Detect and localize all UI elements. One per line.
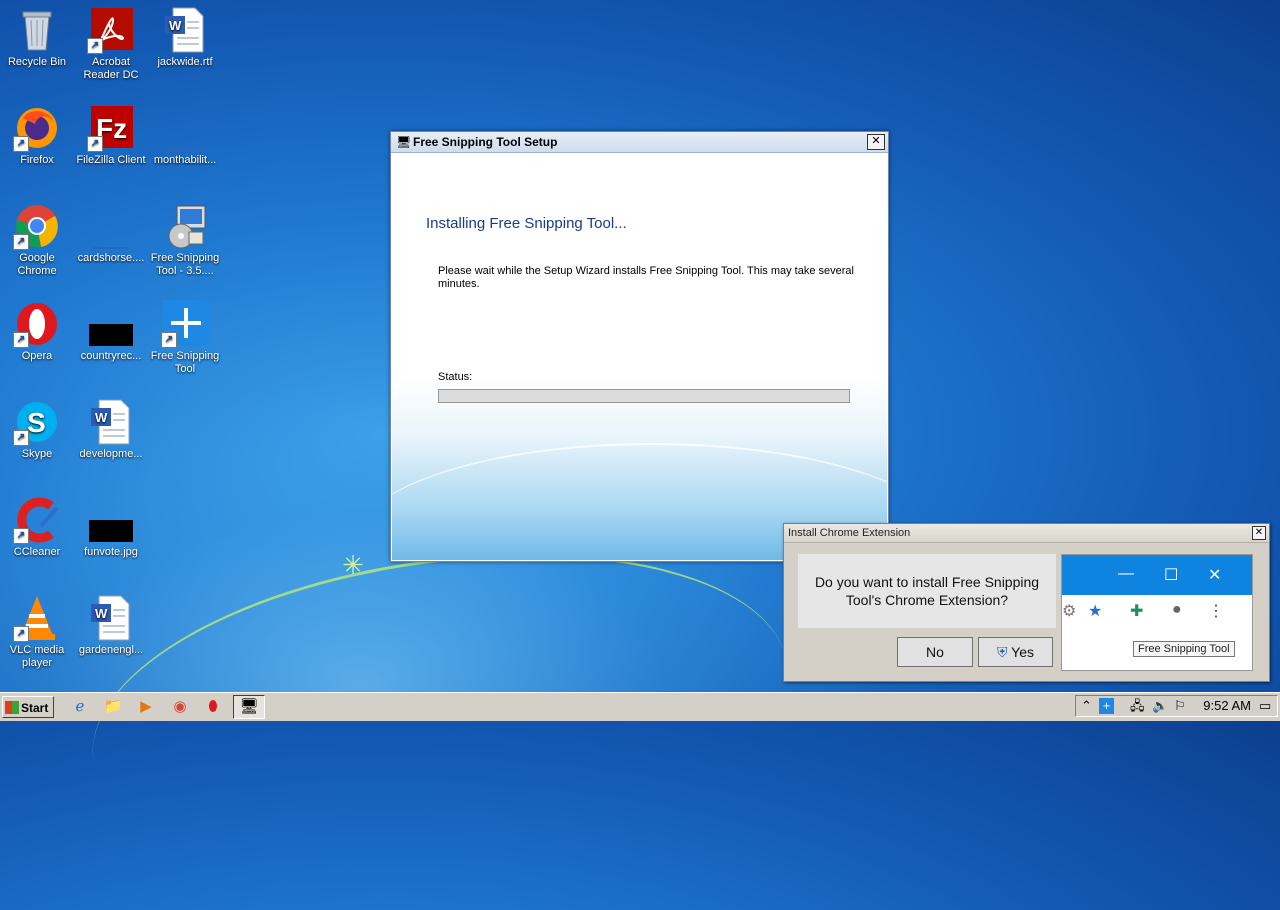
shortcut-arrow-icon: ↗ bbox=[13, 332, 29, 348]
taskbar: Start ℯ 📁 ▶ ◉ ⬮ 🖥 ⌃ + 🖧 🔈 ⚐ 9:52 AM ▭ bbox=[0, 692, 1280, 721]
setup-close-button[interactable]: ✕ bbox=[867, 134, 885, 150]
installer-icon bbox=[161, 202, 209, 250]
setup-description: Please wait while the Setup Wizard insta… bbox=[438, 265, 854, 290]
recycle-bin-icon bbox=[13, 6, 61, 54]
ext-titlebar[interactable]: Install Chrome Extension ✕ bbox=[784, 524, 1269, 543]
ie-icon[interactable]: ℯ bbox=[70, 697, 90, 717]
acrobat-icon: ↗ bbox=[87, 6, 135, 54]
snipping-extension-icon: ✚ bbox=[1130, 603, 1144, 620]
desktop-icon-recycle-bin[interactable]: Recycle Bin bbox=[0, 6, 74, 69]
desktop-icon-vlc[interactable]: ↗ VLC media player bbox=[0, 594, 74, 670]
desktop-icon-free-snipping-installer[interactable]: Free Snipping Tool - 3.5.... bbox=[148, 202, 222, 278]
desktop-icon-firefox[interactable]: ↗ Firefox bbox=[0, 104, 74, 167]
setup-window: 🖥 Free Snipping Tool Setup ✕ Installing … bbox=[390, 131, 889, 562]
ccleaner-icon: ↗ bbox=[13, 496, 61, 544]
maximize-icon: ☐ bbox=[1164, 567, 1179, 584]
windows-flag-icon bbox=[5, 701, 19, 714]
svg-text:W: W bbox=[169, 18, 182, 33]
setup-titlebar[interactable]: 🖥 Free Snipping Tool Setup ✕ bbox=[391, 132, 888, 153]
preview-toolbar: ⚙ ★ ✚ ● ⋮ bbox=[1062, 599, 1252, 623]
more-menu-icon: ⋮ bbox=[1208, 603, 1224, 620]
ext-dialog-title: Install Chrome Extension bbox=[788, 527, 911, 539]
ext-question-text: Do you want to install Free Snipping Too… bbox=[798, 554, 1056, 628]
desktop-icon-gardenengl[interactable]: W gardenengl... bbox=[74, 594, 148, 657]
preview-window-bar: — ☐ ✕ bbox=[1062, 555, 1252, 595]
desktop-icon-developme[interactable]: W developme... bbox=[74, 398, 148, 461]
desktop-icon-filezilla[interactable]: Fz ↗ FileZilla Client bbox=[74, 104, 148, 167]
desktop-icon-jackwide[interactable]: W jackwide.rtf bbox=[148, 6, 222, 69]
shortcut-arrow-icon: ↗ bbox=[13, 626, 29, 642]
setup-body: Installing Free Snipping Tool... Please … bbox=[392, 153, 887, 560]
yes-button-label: Yes bbox=[1011, 644, 1034, 660]
no-button[interactable]: No bbox=[897, 637, 973, 667]
setup-progress-bar bbox=[438, 389, 850, 403]
installer-icon: 🖥 bbox=[396, 135, 412, 149]
opera-taskbar-icon[interactable]: ⬮ bbox=[203, 697, 223, 717]
word-doc-icon: W bbox=[161, 6, 209, 54]
desktop-icon-countryrec[interactable]: countryrec... bbox=[74, 300, 148, 363]
skype-icon: S ↗ bbox=[13, 398, 61, 446]
svg-text:W: W bbox=[95, 410, 108, 425]
black-file-icon bbox=[87, 496, 135, 544]
shortcut-arrow-icon: ↗ bbox=[13, 136, 29, 152]
word-doc-icon: W bbox=[87, 594, 135, 642]
chrome-icon: ↗ bbox=[13, 202, 61, 250]
shortcut-arrow-icon: ↗ bbox=[161, 332, 177, 348]
setup-window-title: Free Snipping Tool Setup bbox=[413, 135, 558, 149]
shortcut-arrow-icon: ↗ bbox=[87, 136, 103, 152]
media-player-icon[interactable]: ▶ bbox=[136, 697, 156, 717]
desktop-icon-opera[interactable]: ↗ Opera bbox=[0, 300, 74, 363]
close-icon: ✕ bbox=[1208, 567, 1222, 584]
desktop-icon-cardshorse[interactable]: cardshorse.... bbox=[74, 202, 148, 265]
black-file-icon bbox=[87, 300, 135, 348]
settings-icon: ⚙ bbox=[1062, 603, 1077, 620]
blank-file-icon bbox=[161, 104, 209, 152]
show-desktop-icon[interactable]: ▭ bbox=[1259, 698, 1271, 714]
vlc-icon: ↗ bbox=[13, 594, 61, 642]
word-doc-icon: W bbox=[87, 398, 135, 446]
network-icon[interactable]: 🖧 bbox=[1130, 698, 1145, 714]
ext-close-button[interactable]: ✕ bbox=[1252, 526, 1266, 540]
blank-file-icon bbox=[87, 202, 135, 250]
desktop-icon-skype[interactable]: S ↗ Skype bbox=[0, 398, 74, 461]
desktop-icon-free-snipping-tool[interactable]: ↗ Free Snipping Tool bbox=[148, 300, 222, 376]
desktop-icon-acrobat[interactable]: ↗ Acrobat Reader DC bbox=[74, 6, 148, 82]
snipping-tray-icon[interactable]: + bbox=[1099, 698, 1114, 714]
action-center-flag-icon[interactable]: ⚐ bbox=[1174, 698, 1186, 714]
desktop-icon-chrome[interactable]: ↗ Google Chrome bbox=[0, 202, 74, 278]
svg-text:S: S bbox=[27, 407, 46, 438]
desktop-icon-funvote[interactable]: funvote.jpg bbox=[74, 496, 148, 559]
filezilla-icon: Fz ↗ bbox=[87, 104, 135, 152]
wallpaper-star-icon: ✳ bbox=[342, 550, 364, 580]
chrome-taskbar-icon[interactable]: ◉ bbox=[170, 697, 190, 717]
clock[interactable]: 9:52 AM bbox=[1203, 698, 1251, 714]
firefox-icon: ↗ bbox=[13, 104, 61, 152]
profile-icon: ● bbox=[1172, 601, 1182, 618]
explorer-icon[interactable]: 📁 bbox=[103, 697, 123, 717]
shortcut-arrow-icon: ↗ bbox=[13, 430, 29, 446]
volume-icon[interactable]: 🔈 bbox=[1152, 698, 1168, 714]
uac-shield-icon: ⛨ bbox=[997, 644, 1008, 660]
setup-status-label: Status: bbox=[438, 371, 473, 383]
shortcut-arrow-icon: ↗ bbox=[87, 38, 103, 54]
setup-heading: Installing Free Snipping Tool... bbox=[426, 215, 627, 232]
start-button[interactable]: Start bbox=[2, 696, 54, 718]
desktop-icon-monthabilit[interactable]: monthabilit... bbox=[148, 104, 222, 167]
snipping-tool-icon: ↗ bbox=[161, 300, 209, 348]
star-icon: ★ bbox=[1088, 603, 1103, 620]
opera-icon: ↗ bbox=[13, 300, 61, 348]
shortcut-arrow-icon: ↗ bbox=[13, 234, 29, 250]
setup-taskbar-button[interactable]: 🖥 bbox=[233, 695, 265, 719]
chrome-extension-dialog: Install Chrome Extension ✕ Do you want t… bbox=[783, 523, 1270, 682]
show-hidden-icons-icon[interactable]: ⌃ bbox=[1081, 698, 1092, 714]
extension-tooltip: Free Snipping Tool bbox=[1133, 641, 1235, 657]
minimize-icon: — bbox=[1118, 565, 1134, 582]
system-tray: ⌃ + 🖧 🔈 ⚐ 9:52 AM ▭ bbox=[1075, 695, 1278, 717]
chrome-extension-preview: — ☐ ✕ ⚙ ★ ✚ ● ⋮ Free Snipping Tool bbox=[1061, 554, 1253, 671]
start-label: Start bbox=[21, 701, 49, 715]
desktop-icon-ccleaner[interactable]: ↗ CCleaner bbox=[0, 496, 74, 559]
shortcut-arrow-icon: ↗ bbox=[13, 528, 29, 544]
svg-text:W: W bbox=[95, 606, 108, 621]
yes-button[interactable]: ⛨ Yes bbox=[978, 637, 1053, 667]
